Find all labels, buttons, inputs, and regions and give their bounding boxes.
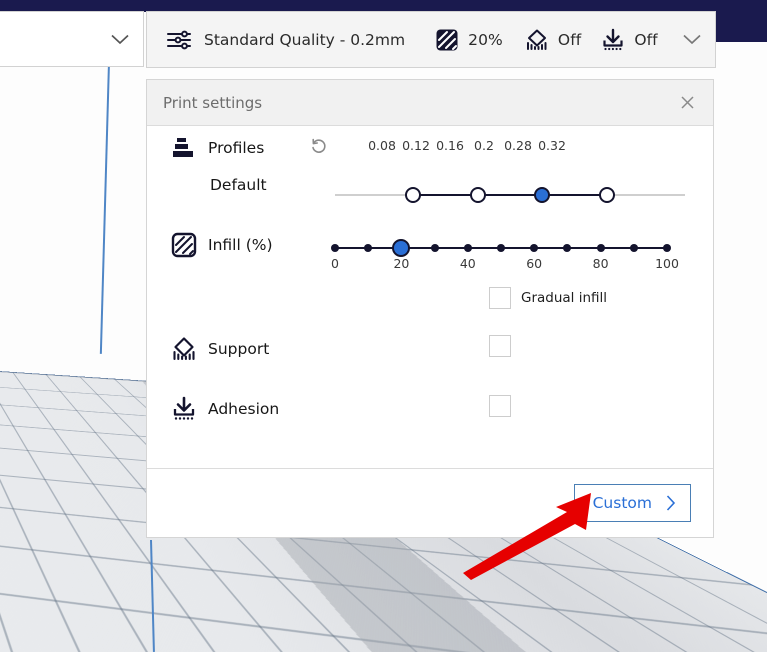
infill-tick-dot <box>596 244 605 252</box>
profiles-tick-label: 0.32 <box>538 138 566 153</box>
title-bar-right-block <box>716 0 767 42</box>
profiles-icon <box>169 135 199 161</box>
infill-icon <box>169 232 199 258</box>
profiles-tick-label: 0.16 <box>436 138 464 153</box>
infill-tick-dot <box>331 244 339 252</box>
profiles-slider[interactable] <box>335 184 685 206</box>
panel-header: Print settings <box>147 80 713 126</box>
infill-tick-dot <box>663 244 671 252</box>
chevron-down-icon <box>111 34 129 45</box>
toolbar-adhesion-value: Off <box>634 30 658 49</box>
toolbar-infill-item[interactable]: 20% <box>435 28 503 52</box>
adhesion-label: Adhesion <box>208 400 280 418</box>
print-settings-panel: Print settings Profiles 0.08 0.12 0.16 0… <box>146 79 714 538</box>
infill-icon <box>435 28 459 52</box>
support-icon <box>525 28 549 52</box>
support-row: Support <box>169 336 269 362</box>
app-root: Standard Quality - 0.2mm 20% Off Off Pri… <box>0 0 767 652</box>
adhesion-checkbox[interactable] <box>489 395 511 417</box>
infill-slider-handle[interactable] <box>392 239 411 257</box>
panel-title: Print settings <box>163 93 263 112</box>
profiles-slider-handle[interactable] <box>599 187 615 203</box>
profiles-tick-labels: 0.08 0.12 0.16 0.2 0.28 0.32 <box>335 138 689 156</box>
infill-tick-label: 0 <box>331 256 339 271</box>
toolbar-adhesion-item[interactable]: Off <box>601 28 658 52</box>
infill-tick-dot <box>629 244 638 252</box>
toolbar-infill-value: 20% <box>468 30 503 49</box>
profiles-tick-label: 0.08 <box>368 138 396 153</box>
close-icon[interactable] <box>675 91 699 115</box>
print-settings-toolbar[interactable]: Standard Quality - 0.2mm 20% Off Off <box>146 11 716 68</box>
infill-row: Infill (%) <box>169 232 273 258</box>
infill-tick-dot <box>463 244 472 252</box>
infill-tick-dot <box>563 244 572 252</box>
profiles-slider-handle[interactable] <box>470 187 486 203</box>
toolbar-support-item[interactable]: Off <box>525 28 581 52</box>
profiles-row: Profiles <box>169 135 264 161</box>
gradual-infill-checkbox[interactable] <box>489 287 511 309</box>
profiles-tick-label: 0.12 <box>402 138 430 153</box>
gradual-infill-row[interactable]: Gradual infill <box>489 287 607 309</box>
infill-tick-label: 60 <box>526 256 543 271</box>
infill-label: Infill (%) <box>208 236 273 254</box>
profiles-slider-handle[interactable] <box>534 187 550 203</box>
infill-tick-labels: 0 20 40 60 80 100 <box>331 256 685 274</box>
profiles-tick-label: 0.28 <box>504 138 532 153</box>
profiles-tick-label: 0.2 <box>474 138 494 153</box>
infill-tick-dot <box>530 244 539 252</box>
chevron-right-icon <box>666 495 676 511</box>
custom-button[interactable]: Custom <box>573 484 691 522</box>
custom-button-label: Custom <box>592 494 652 512</box>
gradual-infill-label: Gradual infill <box>521 290 608 306</box>
infill-tick-dot <box>497 244 505 252</box>
toolbar-quality-label: Standard Quality - 0.2mm <box>204 30 406 49</box>
infill-tick-label: 20 <box>393 256 410 271</box>
profiles-sublabel: Default <box>210 176 267 194</box>
toolbar-support-value: Off <box>557 30 582 49</box>
adhesion-icon <box>169 396 199 422</box>
profiles-slider-fill <box>413 194 607 196</box>
infill-tick-label: 80 <box>592 256 609 271</box>
infill-tick-dot <box>430 244 439 252</box>
support-label: Support <box>208 340 270 358</box>
infill-slider[interactable] <box>331 238 685 258</box>
adhesion-row: Adhesion <box>169 396 279 422</box>
panel-body: Profiles 0.08 0.12 0.16 0.2 0.28 0.32 Default <box>147 126 713 468</box>
chevron-down-icon <box>683 34 701 45</box>
infill-tick-label: 100 <box>655 256 679 271</box>
infill-tick-dot <box>364 244 373 252</box>
profiles-label: Profiles <box>208 139 265 157</box>
support-icon <box>169 336 199 362</box>
reset-icon[interactable] <box>310 138 328 156</box>
toolbar-expand-button[interactable] <box>683 34 707 45</box>
support-checkbox[interactable] <box>489 335 511 357</box>
printer-selector-dropdown[interactable] <box>0 11 144 67</box>
toolbar-quality-item[interactable]: Standard Quality - 0.2mm <box>165 28 405 52</box>
build-volume-edge-line <box>99 61 110 354</box>
sliders-icon <box>165 28 193 52</box>
profiles-slider-handle[interactable] <box>405 187 421 203</box>
infill-tick-label: 40 <box>459 256 476 271</box>
panel-footer: Custom <box>147 468 713 537</box>
adhesion-icon <box>601 28 625 52</box>
